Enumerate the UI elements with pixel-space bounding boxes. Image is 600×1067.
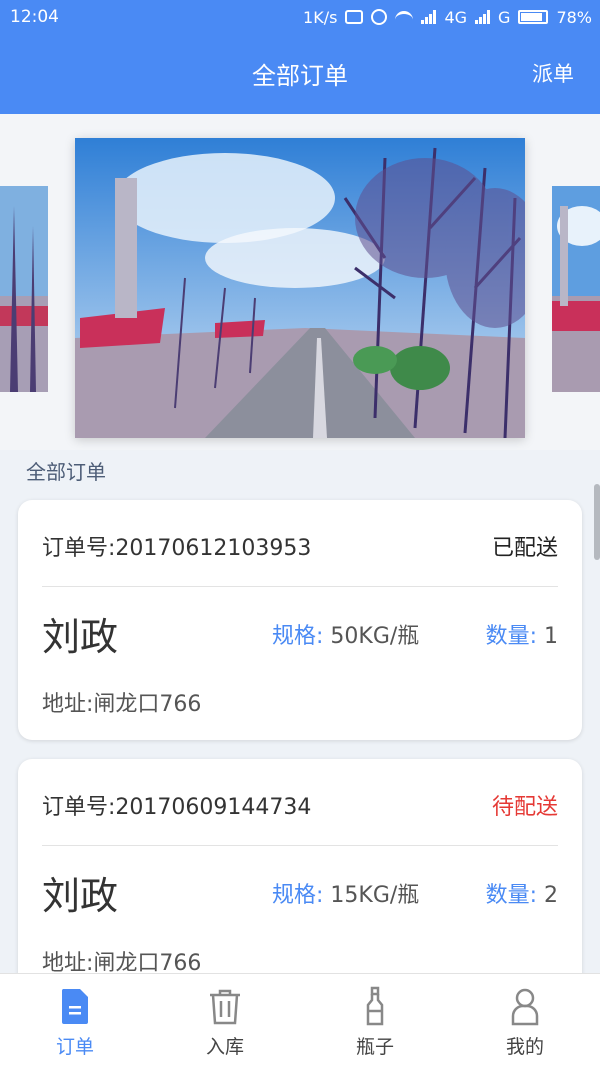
status-icons: 1K/s 4G G 78% bbox=[303, 8, 592, 27]
page-title: 全部订单 bbox=[252, 62, 348, 90]
alarm-icon bbox=[371, 9, 388, 25]
nav-label: 入库 bbox=[205, 1036, 244, 1058]
spec-value: 50KG/瓶 bbox=[330, 624, 420, 649]
status-bar: 12:04 1K/s 4G G 78% bbox=[0, 0, 600, 34]
quantity-value: 1 bbox=[544, 624, 558, 649]
bottle-icon bbox=[366, 986, 384, 1026]
banner-slide-next[interactable] bbox=[552, 186, 600, 392]
order-card[interactable]: 订单号:20170612103953 已配送 刘政 规格: 50KG/瓶 数量:… bbox=[18, 500, 582, 740]
trash-icon bbox=[210, 989, 240, 1025]
nav-item-bottles[interactable]: 瓶子 bbox=[300, 974, 450, 1067]
quantity-label: 数量: bbox=[485, 624, 537, 649]
document-icon bbox=[61, 989, 88, 1024]
order-number: 订单号:20170612103953 bbox=[42, 536, 312, 561]
nav-label: 订单 bbox=[55, 1036, 94, 1058]
quantity: 数量: 1 bbox=[486, 618, 558, 650]
order-status: 已配送 bbox=[491, 536, 558, 561]
quantity-label: 数量: bbox=[485, 883, 537, 908]
nav-item-profile[interactable]: 我的 bbox=[450, 974, 600, 1067]
nav-label: 我的 bbox=[505, 1036, 544, 1058]
spec-label: 规格: bbox=[272, 883, 324, 908]
spec-value: 15KG/瓶 bbox=[330, 883, 420, 908]
spec-label: 规格: bbox=[272, 624, 324, 649]
quantity: 数量: 2 bbox=[486, 877, 558, 909]
scrollbar[interactable] bbox=[594, 484, 600, 560]
signal-icon-2 bbox=[475, 10, 491, 24]
nav-item-stock-in[interactable]: 入库 bbox=[150, 974, 300, 1067]
status-time: 12:04 bbox=[10, 7, 59, 27]
battery-icon bbox=[518, 10, 549, 24]
address: 地址:闸龙口766 bbox=[42, 692, 202, 717]
app-header: 全部订单 派单 bbox=[0, 34, 600, 114]
battery-level: 78% bbox=[556, 7, 592, 27]
bottom-nav: 订单 入库 瓶子 我的 bbox=[0, 973, 600, 1067]
customer-name: 刘政 bbox=[42, 874, 119, 918]
card-divider bbox=[42, 845, 558, 846]
section-title: 全部订单 bbox=[26, 460, 106, 484]
nav-label: 瓶子 bbox=[355, 1036, 394, 1058]
order-number: 订单号:20170609144734 bbox=[42, 795, 312, 820]
spec: 规格: 50KG/瓶 bbox=[272, 618, 419, 650]
network-type-1: 4G bbox=[444, 7, 468, 27]
quantity-value: 2 bbox=[544, 883, 558, 908]
nav-item-orders[interactable]: 订单 bbox=[0, 974, 150, 1067]
signal-icon bbox=[421, 10, 437, 24]
banner-carousel[interactable] bbox=[0, 114, 600, 450]
order-status: 待配送 bbox=[491, 795, 558, 820]
spec: 规格: 15KG/瓶 bbox=[272, 877, 419, 909]
network-speed: 1K/s bbox=[303, 7, 338, 27]
wifi-icon bbox=[395, 11, 414, 23]
order-card[interactable]: 订单号:20170609144734 待配送 刘政 规格: 15KG/瓶 数量:… bbox=[18, 759, 582, 999]
vibrate-icon bbox=[345, 10, 364, 24]
banner-slide-prev[interactable] bbox=[0, 186, 48, 392]
customer-name: 刘政 bbox=[42, 615, 119, 659]
banner-slide-current[interactable] bbox=[75, 138, 525, 438]
network-type-2: G bbox=[498, 7, 511, 27]
dispatch-button[interactable]: 派单 bbox=[532, 58, 574, 88]
card-divider bbox=[42, 586, 558, 587]
person-icon bbox=[511, 988, 539, 1026]
